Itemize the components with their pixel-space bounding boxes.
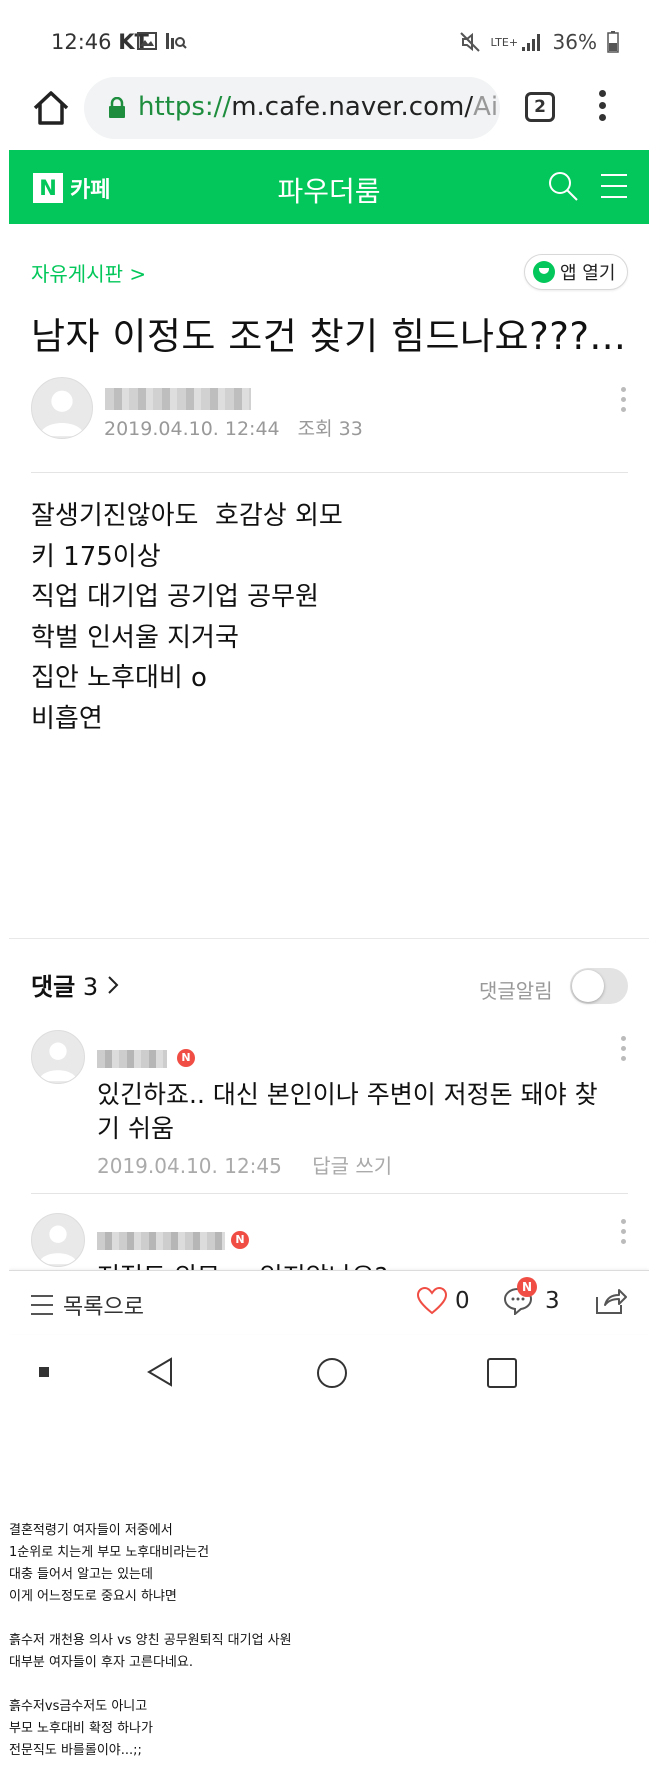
comments-header[interactable]: 댓글 3 xyxy=(31,967,120,1002)
comment-notify-toggle[interactable] xyxy=(570,968,628,1004)
post-date: 2019.04.10. 12:44 xyxy=(104,418,280,440)
caption-line: 결혼적령기 여자들이 저중에서 xyxy=(9,1523,173,1538)
comment-avatar[interactable] xyxy=(31,1030,85,1084)
comment-author-blurred[interactable] xyxy=(97,1232,225,1250)
toggle-knob xyxy=(572,970,604,1002)
url-bar[interactable]: https://m.cafe.naver.com/Ai xyxy=(84,77,500,139)
comment-divider xyxy=(31,1193,628,1194)
url-text: https://m.cafe.naver.com/Ai xyxy=(138,92,498,122)
like-button[interactable]: 0 xyxy=(417,1287,470,1315)
caption-text: 결혼적령기 여자들이 저중에서 1순위로 치는게 부모 노후대비라는건 대충 들… xyxy=(9,1520,292,1762)
post-body-line: 집안 노후대비 o xyxy=(31,663,207,693)
cafe-app-icon xyxy=(533,261,555,283)
hamburger-menu-icon[interactable] xyxy=(601,174,627,207)
reply-button[interactable]: 답글 쓰기 xyxy=(312,1154,392,1178)
post-title: 남자 이정도 조건 찾기 힘드나요???... xyxy=(31,315,627,358)
default-avatar-icon xyxy=(38,1225,78,1265)
comments-count: 3 xyxy=(82,973,99,1001)
network-type: LTE+ xyxy=(490,35,519,49)
default-avatar-icon xyxy=(38,1042,78,1082)
lock-icon xyxy=(109,97,125,118)
comment-avatar[interactable] xyxy=(31,1213,85,1267)
default-avatar-icon xyxy=(39,390,85,437)
battery-icon xyxy=(607,31,619,53)
back-to-list-label: 목록으로 xyxy=(63,1295,144,1320)
caption-line: 흙수저vs금수저도 아니고 xyxy=(9,1699,148,1714)
comment-more-icon[interactable] xyxy=(621,1036,627,1066)
caption-line: 대부분 여자들이 후자 고른다네요. xyxy=(9,1655,193,1670)
author-avatar[interactable] xyxy=(31,377,93,439)
comment-more-icon[interactable] xyxy=(621,1219,627,1249)
like-count: 0 xyxy=(455,1288,470,1314)
bottom-action-bar: 목록으로 0 N 3 xyxy=(9,1270,649,1334)
post-body-line: 키 175이상 xyxy=(31,541,161,572)
caption-line: 부모 노후대비 확정 하나가 xyxy=(9,1721,153,1736)
browser-menu-icon[interactable] xyxy=(596,90,608,126)
share-icon[interactable] xyxy=(595,1287,627,1315)
comment-new-badge: N xyxy=(517,1277,537,1297)
status-bar: 12:46 KT LTE+ 36% xyxy=(9,0,649,62)
open-app-button[interactable]: 앱 열기 xyxy=(524,254,628,290)
phone-screen: 12:46 KT LTE+ 36% https://m.cafe.naver.c… xyxy=(9,0,649,1410)
post-header-divider xyxy=(31,472,628,473)
post-more-icon[interactable] xyxy=(621,387,627,417)
post-meta: 2019.04.10. 12:44 조회 33 xyxy=(104,414,375,441)
signal-icon xyxy=(521,34,540,51)
battery-percent: 36% xyxy=(552,30,597,54)
back-icon[interactable] xyxy=(145,1357,175,1387)
caption-line: 이게 어느정도로 중요시 하냐면 xyxy=(9,1589,177,1604)
caption-line xyxy=(9,1608,292,1630)
stats-search-icon xyxy=(166,33,187,49)
list-icon xyxy=(31,1295,53,1315)
post-body-line: 직업 대기업 공기업 공무원 xyxy=(31,582,319,612)
android-nav-bar xyxy=(9,1335,649,1410)
comment-text: 있긴하죠.. 대신 본인이나 주변이 저정돈 돼야 찾기 쉬움 xyxy=(97,1080,598,1143)
comment-meta: 2019.04.10. 12:45 답글 쓰기 xyxy=(97,1150,416,1179)
post-body-line: 잘생기진않아도 호감상 외모 xyxy=(31,501,343,531)
url-tail: Ai xyxy=(473,92,499,122)
comment-count: 3 xyxy=(545,1288,560,1314)
comments-label: 댓글 xyxy=(31,973,76,1001)
home-icon[interactable] xyxy=(29,86,73,130)
author-name-blurred[interactable] xyxy=(105,388,251,410)
caption-line: 전문직도 바를롤이야...;; xyxy=(9,1743,142,1758)
url-scheme: https:// xyxy=(138,92,232,122)
comment-author-blurred[interactable] xyxy=(97,1050,167,1068)
new-badge: N xyxy=(177,1049,195,1067)
caption-line: 흙수저 개천용 의사 vs 양친 공무원퇴직 대기업 사원 xyxy=(9,1633,292,1648)
new-badge: N xyxy=(231,1231,249,1249)
caption-line: 대충 들어서 알고는 있는데 xyxy=(9,1567,153,1582)
chevron-right-icon xyxy=(108,976,119,994)
comment-notify-label: 댓글알림 xyxy=(479,979,553,1003)
overview-square-icon[interactable] xyxy=(486,1357,518,1389)
comment-button[interactable]: N 3 xyxy=(503,1277,560,1315)
mute-icon xyxy=(459,32,480,52)
status-time-value: 12:46 xyxy=(51,30,112,54)
post-body: 잘생기진않아도 호감상 외모 키 175이상 직업 대기업 공기업 공무원 학벌… xyxy=(31,496,343,739)
search-icon[interactable] xyxy=(547,170,579,202)
status-left-icons xyxy=(137,32,187,50)
url-host: m.cafe.naver.com/ xyxy=(231,92,474,122)
comment-date: 2019.04.10. 12:45 xyxy=(97,1154,282,1178)
comment-text-partial: 저정도 외모 ... 있지않나요? xyxy=(97,1260,388,1270)
caption-line: 1순위로 치는게 부모 노후대비라는건 xyxy=(9,1545,210,1560)
caption-line xyxy=(9,1674,292,1696)
status-time: 12:46 KT xyxy=(51,30,149,54)
recent-dot-icon[interactable] xyxy=(39,1367,49,1377)
post-views: 조회 33 xyxy=(297,418,363,440)
tab-switcher-button[interactable]: 2 xyxy=(525,92,555,122)
browser-address-bar: https://m.cafe.naver.com/Ai 2 xyxy=(9,68,649,148)
heart-icon xyxy=(417,1287,447,1315)
cafe-header: N 카페 파우더룸 xyxy=(9,150,649,224)
status-right: LTE+ 36% xyxy=(459,30,619,54)
back-to-list-button[interactable]: 목록으로 xyxy=(31,1289,144,1321)
post-body-line: 비흡연 xyxy=(31,703,103,734)
gallery-icon xyxy=(137,32,157,50)
open-app-label: 앱 열기 xyxy=(560,263,616,284)
board-link[interactable]: 자유게시판 > xyxy=(31,258,146,287)
home-circle-icon[interactable] xyxy=(316,1357,348,1389)
comments-section-divider xyxy=(9,938,649,939)
post-body-line: 학벌 인서울 지거국 xyxy=(31,622,239,653)
